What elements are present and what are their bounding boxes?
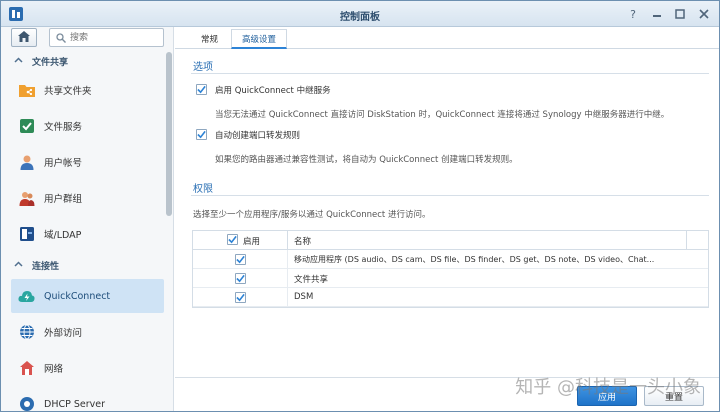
column-header-name[interactable]: 名称 <box>294 235 311 247</box>
checkmark-icon <box>197 85 206 94</box>
sidebar-toolbar <box>1 27 173 51</box>
shared-folder-icon <box>18 82 35 99</box>
sidebar-item-label: 文件服务 <box>44 122 83 133</box>
sidebar-item-user[interactable]: 用户帐号 <box>11 145 164 179</box>
search-input[interactable] <box>70 31 160 45</box>
tab-bar: 常规 高级设置 <box>175 27 719 49</box>
relay-checkbox[interactable] <box>196 84 207 95</box>
search-box[interactable] <box>49 28 164 47</box>
table-row[interactable]: DSM <box>193 288 708 307</box>
sidebar-item-network[interactable]: 网络 <box>11 351 164 385</box>
row-name: 移动应用程序 (DS audio、DS cam、DS file、DS finde… <box>294 255 655 264</box>
search-icon <box>56 33 66 43</box>
row-enable-checkbox[interactable] <box>235 273 246 284</box>
sidebar: 文件共享 共享文件夹 文件服务 用户帐号 用户群组 <box>1 27 174 411</box>
chevron-up-icon <box>14 56 26 66</box>
row-enable-checkbox[interactable] <box>235 292 246 303</box>
select-all-checkbox[interactable] <box>227 234 238 245</box>
section-divider <box>191 73 709 74</box>
external-access-icon <box>18 324 35 341</box>
column-divider <box>287 250 288 269</box>
checkmark-icon <box>236 293 245 302</box>
permissions-description: 选择至少一个应用程序/服务以通过 QuickConnect 进行访问。 <box>193 210 431 220</box>
quickconnect-icon <box>18 288 35 305</box>
permissions-section-title: 权限 <box>193 184 213 195</box>
control-panel-window: 控制面板 ? 搜索 文件共享 共享文件夹 文件服务 用户帐号 用户群组 域/LD… <box>0 0 720 412</box>
relay-description: 当您无法通过 QuickConnect 直接访问 DiskStation 时，Q… <box>215 110 670 120</box>
options-section-title: 选项 <box>193 62 213 73</box>
permissions-table: 启用 名称 移动应用程序 (DS audio、DS cam、DS file、DS… <box>192 230 709 308</box>
home-button[interactable] <box>11 28 37 47</box>
checkmark-icon <box>197 130 206 139</box>
minimize-icon[interactable] <box>649 6 665 22</box>
sidebar-item-label: QuickConnect <box>44 290 111 302</box>
sidebar-item-quickconnect[interactable]: QuickConnect <box>11 279 164 313</box>
sidebar-item-external-access[interactable]: 外部访问 <box>11 315 164 349</box>
user-icon <box>18 154 35 171</box>
table-header: 启用 名称 <box>193 231 708 250</box>
sidebar-scrollbar[interactable] <box>166 52 172 216</box>
section-divider <box>191 195 709 196</box>
help-icon[interactable]: ? <box>625 6 641 22</box>
sidebar-item-shared-folder[interactable]: 共享文件夹 <box>11 73 164 107</box>
table-row[interactable]: 移动应用程序 (DS audio、DS cam、DS file、DS finde… <box>193 250 708 269</box>
row-name: DSM <box>294 292 314 302</box>
sidebar-item-group[interactable]: 用户群组 <box>11 181 164 215</box>
row-enable-checkbox[interactable] <box>235 254 246 265</box>
sidebar-item-dhcp-server[interactable]: DHCP Server <box>11 387 164 411</box>
close-icon[interactable] <box>696 6 712 22</box>
sidebar-item-file-services[interactable]: 文件服务 <box>11 109 164 143</box>
section-header-label: 连接性 <box>32 261 60 272</box>
column-header-enable[interactable]: 启用 <box>243 235 260 247</box>
checkmark-icon <box>236 255 245 264</box>
column-divider <box>287 231 288 250</box>
title-bar: 控制面板 ? <box>1 1 719 27</box>
port-forward-label[interactable]: 自动创建端口转发规则 <box>215 129 300 141</box>
column-divider <box>287 288 288 307</box>
sidebar-item-label: 外部访问 <box>44 328 83 339</box>
port-forward-description: 如果您的路由器通过兼容性测试，将自动为 QuickConnect 创建端口转发规… <box>215 155 518 165</box>
section-header-label: 文件共享 <box>32 57 69 68</box>
sidebar-item-label: 用户帐号 <box>44 158 83 169</box>
sidebar-item-label: 共享文件夹 <box>44 86 92 97</box>
home-icon <box>18 30 30 45</box>
sidebar-item-domain-ldap[interactable]: 域/LDAP <box>11 217 164 251</box>
section-header-file-sharing[interactable]: 文件共享 <box>1 51 165 71</box>
window-title: 控制面板 <box>340 12 380 23</box>
main-panel: 常规 高级设置 选项 启用 QuickConnect 中继服务 当您无法通过 Q… <box>175 27 719 411</box>
checkmark-icon <box>236 274 245 283</box>
group-icon <box>18 190 35 207</box>
column-divider <box>287 269 288 288</box>
watermark: 知乎 @科技是一头小象 <box>515 377 701 398</box>
sidebar-item-label: 网络 <box>44 364 64 375</box>
port-forward-checkbox[interactable] <box>196 129 207 140</box>
sidebar-item-label: DHCP Server <box>44 398 105 410</box>
section-header-connectivity[interactable]: 连接性 <box>1 255 165 275</box>
network-icon <box>18 360 35 377</box>
maximize-icon[interactable] <box>672 6 688 22</box>
checkmark-icon <box>228 235 237 244</box>
column-divider <box>686 231 687 250</box>
relay-label[interactable]: 启用 QuickConnect 中继服务 <box>215 84 331 96</box>
chevron-up-icon <box>14 260 26 270</box>
domain-ldap-icon <box>18 226 35 243</box>
tab-advanced[interactable]: 高级设置 <box>231 29 288 49</box>
table-row[interactable]: 文件共享 <box>193 269 708 288</box>
file-services-icon <box>18 118 35 135</box>
dhcp-server-icon <box>18 396 35 411</box>
row-name: 文件共享 <box>294 275 329 285</box>
sidebar-item-label: 域/LDAP <box>44 230 82 241</box>
sidebar-item-label: 用户群组 <box>44 194 83 205</box>
tab-general[interactable]: 常规 <box>191 29 228 49</box>
